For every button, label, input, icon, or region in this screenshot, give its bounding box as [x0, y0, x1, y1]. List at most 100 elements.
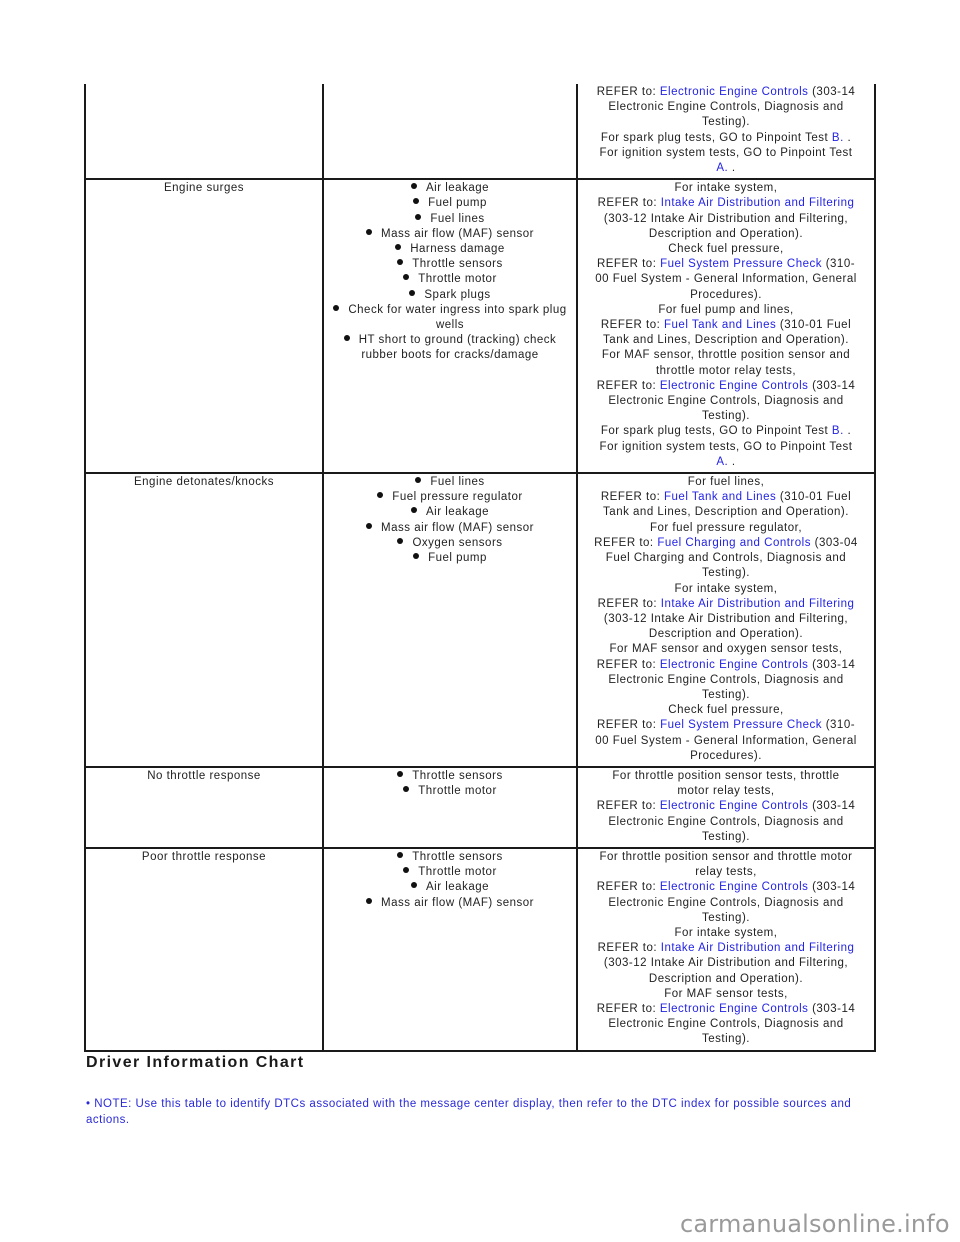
- reference-link[interactable]: Electronic Engine Controls: [660, 800, 809, 812]
- action-line: REFER to: Electronic Engine Controls (30…: [578, 658, 874, 673]
- action-line: Electronic Engine Controls, Diagnosis an…: [578, 896, 874, 911]
- action-line: For intake system,: [578, 181, 874, 196]
- reference-link[interactable]: A.: [716, 456, 728, 468]
- cause-item: Mass air flow (MAF) sensor: [326, 227, 574, 242]
- action-text: (303-14: [808, 658, 856, 671]
- action-cell: For intake system, REFER to: Intake Air D…: [576, 178, 876, 475]
- cause-text: Oxygen sensors: [412, 536, 503, 549]
- cause-item: Air leakage: [326, 505, 574, 520]
- action-line: A. .: [578, 161, 874, 176]
- action-text: Testing).: [702, 911, 750, 924]
- causes-list: Throttle sensors Throttle motor Air leakag…: [326, 850, 574, 911]
- symptom-cell: Engine detonates/knocks: [84, 472, 324, 768]
- action-line: Procedures).: [578, 288, 874, 303]
- cause-text: Fuel lines: [430, 212, 485, 225]
- reference-link[interactable]: Intake Air Distribution and Filtering: [661, 942, 855, 954]
- symptom-chart-table: REFER to: Electronic Engine Controls (30…: [84, 84, 876, 1052]
- action-line: Tank and Lines, Description and Operatio…: [578, 333, 874, 348]
- cause-text: Fuel pump: [428, 552, 487, 565]
- cause-item: Air leakage: [326, 181, 574, 196]
- reference-link[interactable]: B.: [832, 425, 844, 437]
- action-text: Tank and Lines, Description and Operatio…: [603, 334, 849, 347]
- action-line: Testing).: [578, 115, 874, 130]
- action-line: For MAF sensor tests,: [578, 987, 874, 1002]
- action-text: REFER to:: [594, 536, 658, 549]
- action-text: For spark plug tests, GO to Pinpoint Tes…: [600, 425, 832, 438]
- action-text: Description and Operation).: [648, 227, 804, 240]
- bullet-icon: [403, 867, 410, 874]
- cause-text: Air leakage: [425, 506, 490, 519]
- action-text: (303-14: [808, 1002, 856, 1015]
- possible-causes-cell: Fuel lines Fuel pressure regulator Air lea…: [322, 472, 578, 768]
- reference-link[interactable]: Electronic Engine Controls: [660, 86, 809, 98]
- bullet-icon: [410, 183, 417, 190]
- causes-list: Fuel lines Fuel pressure regulator Air lea…: [326, 475, 574, 566]
- cause-item: Mass air flow (MAF) sensor: [326, 521, 574, 536]
- action-text: REFER to:: [596, 800, 660, 813]
- action-text: (303-12 Intake Air Distribution and Filt…: [603, 212, 849, 225]
- action-text: REFER to:: [597, 597, 661, 610]
- reference-link[interactable]: Electronic Engine Controls: [660, 380, 809, 392]
- causes-list: Air leakage Fuel pump Fuel lines Mass air f…: [326, 181, 574, 363]
- reference-link[interactable]: Intake Air Distribution and Filtering: [661, 197, 855, 209]
- reference-link[interactable]: Fuel Tank and Lines: [664, 319, 776, 331]
- reference-link[interactable]: Electronic Engine Controls: [660, 881, 809, 893]
- action-text: REFER to:: [597, 942, 661, 955]
- reference-link[interactable]: Electronic Engine Controls: [660, 659, 809, 671]
- action-text: Testing).: [702, 410, 750, 423]
- action-text: Check fuel pressure,: [668, 243, 784, 256]
- action-text: (310-01 Fuel: [776, 491, 852, 504]
- bullet-icon: [413, 553, 420, 560]
- action-cell: For throttle position sensor and throttl…: [576, 846, 876, 1052]
- action-cell: For fuel lines, REFER to: Fuel Tank and L…: [576, 472, 876, 768]
- action-line: Check fuel pressure,: [578, 703, 874, 718]
- reference-link[interactable]: Fuel System Pressure Check: [660, 258, 822, 270]
- cause-text: Fuel pressure regulator: [392, 491, 523, 504]
- action-text: For fuel pressure regulator,: [649, 521, 803, 534]
- action-line: throttle motor relay tests,: [578, 364, 874, 379]
- action-line: For intake system,: [578, 582, 874, 597]
- action-text: Fuel Charging and Controls, Diagnosis an…: [605, 552, 847, 565]
- cause-item: Fuel pump: [326, 551, 574, 566]
- action-line: Electronic Engine Controls, Diagnosis an…: [578, 394, 874, 409]
- cause-text: Throttle motor: [418, 273, 497, 286]
- action-text: 00 Fuel System - General Information, Ge…: [595, 734, 857, 747]
- symptom-cell: Poor throttle response: [84, 846, 324, 1052]
- bullet-icon: [403, 274, 410, 281]
- action-text: Testing).: [702, 116, 750, 129]
- action-text: (303-14: [808, 379, 856, 392]
- cause-text: Mass air flow (MAF) sensor: [381, 227, 534, 240]
- action-text: Electronic Engine Controls, Diagnosis an…: [608, 101, 844, 114]
- action-line: Electronic Engine Controls, Diagnosis an…: [578, 100, 874, 115]
- reference-link[interactable]: Fuel Tank and Lines: [664, 491, 776, 503]
- action-line: Testing).: [578, 409, 874, 424]
- cause-item: Spark plugs: [326, 288, 574, 303]
- action-text: Tank and Lines, Description and Operatio…: [603, 506, 849, 519]
- reference-link[interactable]: B.: [832, 132, 844, 144]
- action-text: REFER to:: [596, 1002, 660, 1015]
- reference-link[interactable]: Electronic Engine Controls: [660, 1003, 809, 1015]
- action-text: 00 Fuel System - General Information, Ge…: [595, 273, 857, 286]
- cause-text: Spark plugs: [424, 288, 491, 301]
- action-line: 00 Fuel System - General Information, Ge…: [578, 734, 874, 749]
- reference-link[interactable]: Intake Air Distribution and Filtering: [661, 598, 855, 610]
- action-line: For ignition system tests, GO to Pinpoin…: [578, 146, 874, 161]
- bullet-icon: [397, 851, 404, 858]
- action-text: REFER to:: [596, 658, 660, 671]
- table-row: Engine surges Air leakage Fuel pump Fuel li…: [84, 178, 876, 475]
- action-line: Testing).: [578, 1032, 874, 1047]
- action-text: Testing).: [702, 688, 750, 701]
- cause-item: Throttle sensors: [326, 769, 574, 784]
- action-line: For throttle position sensor and throttl…: [578, 850, 874, 865]
- bullet-icon: [395, 244, 402, 251]
- reference-link[interactable]: Fuel Charging and Controls: [657, 537, 811, 549]
- bullet-icon: [403, 786, 410, 793]
- bullet-icon: [366, 522, 373, 529]
- action-text: (303-14: [808, 881, 856, 894]
- reference-link[interactable]: Fuel System Pressure Check: [660, 719, 822, 731]
- action-text: For fuel lines,: [687, 476, 765, 489]
- action-line: Procedures).: [578, 749, 874, 764]
- action-text: (310-: [822, 258, 856, 271]
- reference-link[interactable]: A.: [716, 162, 728, 174]
- action-text: .: [728, 162, 736, 175]
